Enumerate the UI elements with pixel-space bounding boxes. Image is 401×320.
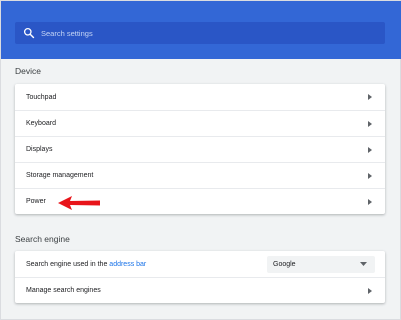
search-icon — [23, 27, 35, 39]
search-engine-card: Search engine used in the address bar Go… — [15, 251, 385, 303]
chevron-right-icon — [367, 120, 373, 127]
settings-header — [1, 1, 401, 59]
device-item-touchpad[interactable]: Touchpad — [15, 84, 385, 110]
chevron-right-icon — [367, 146, 373, 153]
search-engine-section-title: Search engine — [15, 234, 70, 244]
device-item-label: Touchpad — [26, 93, 57, 101]
manage-search-engines-row[interactable]: Manage search engines — [15, 277, 385, 303]
device-item-storage-management[interactable]: Storage management — [15, 162, 385, 188]
chevron-right-icon — [367, 94, 373, 100]
caret-down-icon — [360, 262, 367, 266]
chevron-right-icon — [367, 172, 373, 179]
search-engine-select[interactable]: Google — [267, 255, 375, 273]
search-engine-selected-value: Google — [273, 260, 296, 268]
address-bar-link[interactable]: address bar — [109, 261, 146, 268]
device-item-keyboard[interactable]: Keyboard — [15, 110, 385, 136]
device-item-label: Storage management — [26, 172, 94, 179]
search-engine-used-row: Search engine used in the address bar Go… — [15, 251, 385, 277]
device-item-label: Power — [26, 198, 46, 205]
search-engine-used-prefix: Search engine used in the — [26, 260, 108, 268]
manage-search-engines-label: Manage search engines — [26, 287, 101, 294]
red-arrow-icon — [58, 196, 100, 210]
chevron-right-icon — [367, 198, 373, 205]
search-engine-used-label: Search engine used in the address bar — [26, 261, 146, 268]
search-box[interactable] — [15, 22, 385, 44]
device-item-label: Keyboard — [26, 120, 56, 127]
device-section-title: Device — [15, 66, 41, 76]
search-input[interactable] — [41, 28, 385, 38]
device-item-displays[interactable]: Displays — [15, 136, 385, 162]
device-item-label: Displays — [26, 146, 53, 153]
chevron-right-icon — [367, 287, 373, 294]
